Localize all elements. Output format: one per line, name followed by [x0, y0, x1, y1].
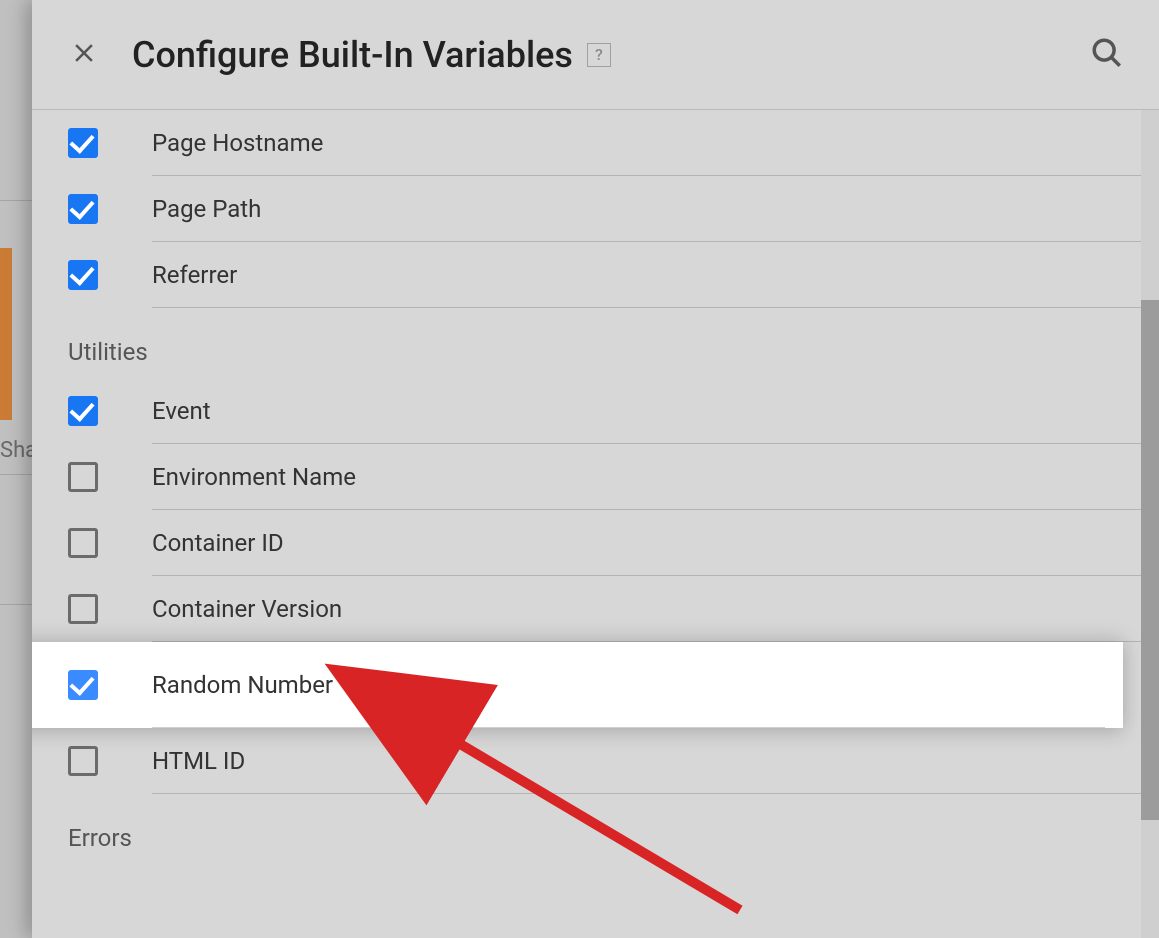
checkbox-checked-icon[interactable]: [68, 396, 98, 426]
variable-label: Environment Name: [152, 463, 356, 491]
highlighted-row-container: Random Number: [32, 642, 1123, 728]
variable-row-referrer[interactable]: Referrer: [32, 242, 1159, 308]
variable-label: Page Path: [152, 195, 261, 223]
help-icon[interactable]: ?: [587, 43, 611, 67]
variable-label: Container ID: [152, 529, 284, 557]
section-title-errors: Errors: [32, 794, 1159, 864]
panel-title: Configure Built-In Variables ?: [132, 34, 611, 76]
checkbox-unchecked-icon[interactable]: [68, 746, 98, 776]
variable-list-scroll[interactable]: Page Hostname Page Path Referrer Utiliti…: [32, 110, 1159, 938]
variable-row-container-version[interactable]: Container Version: [32, 576, 1159, 642]
variable-row-html-id[interactable]: HTML ID: [32, 728, 1159, 794]
variable-label: Page Hostname: [152, 129, 323, 157]
close-icon: [69, 38, 99, 72]
checkbox-checked-icon[interactable]: [68, 194, 98, 224]
variable-row-event[interactable]: Event: [32, 378, 1159, 444]
checkbox-unchecked-icon[interactable]: [68, 528, 98, 558]
checkbox-checked-icon[interactable]: [68, 260, 98, 290]
variable-row-random-number[interactable]: Random Number: [32, 642, 1123, 728]
panel-header: Configure Built-In Variables ?: [32, 0, 1159, 110]
variable-label: Event: [152, 397, 211, 425]
variable-label: Referrer: [152, 261, 237, 289]
variable-row-page-path[interactable]: Page Path: [32, 176, 1159, 242]
variable-row-page-hostname[interactable]: Page Hostname: [32, 110, 1159, 176]
search-icon: [1090, 36, 1124, 74]
close-button[interactable]: [64, 35, 104, 75]
row-divider: [152, 307, 1141, 308]
variable-label: Random Number: [152, 671, 333, 699]
checkbox-unchecked-icon[interactable]: [68, 594, 98, 624]
variable-label: HTML ID: [152, 747, 245, 775]
configure-variables-panel: Configure Built-In Variables ? Page Host…: [32, 0, 1159, 938]
row-divider: [152, 793, 1141, 794]
checkbox-unchecked-icon[interactable]: [68, 462, 98, 492]
checkbox-checked-icon[interactable]: [68, 670, 98, 700]
variable-label: Container Version: [152, 595, 342, 623]
checkbox-checked-icon[interactable]: [68, 128, 98, 158]
section-title-utilities: Utilities: [32, 308, 1159, 378]
panel-title-text: Configure Built-In Variables: [132, 34, 573, 76]
variable-row-environment-name[interactable]: Environment Name: [32, 444, 1159, 510]
search-button[interactable]: [1087, 35, 1127, 75]
scrollbar-thumb[interactable]: [1141, 300, 1159, 820]
variable-row-container-id[interactable]: Container ID: [32, 510, 1159, 576]
